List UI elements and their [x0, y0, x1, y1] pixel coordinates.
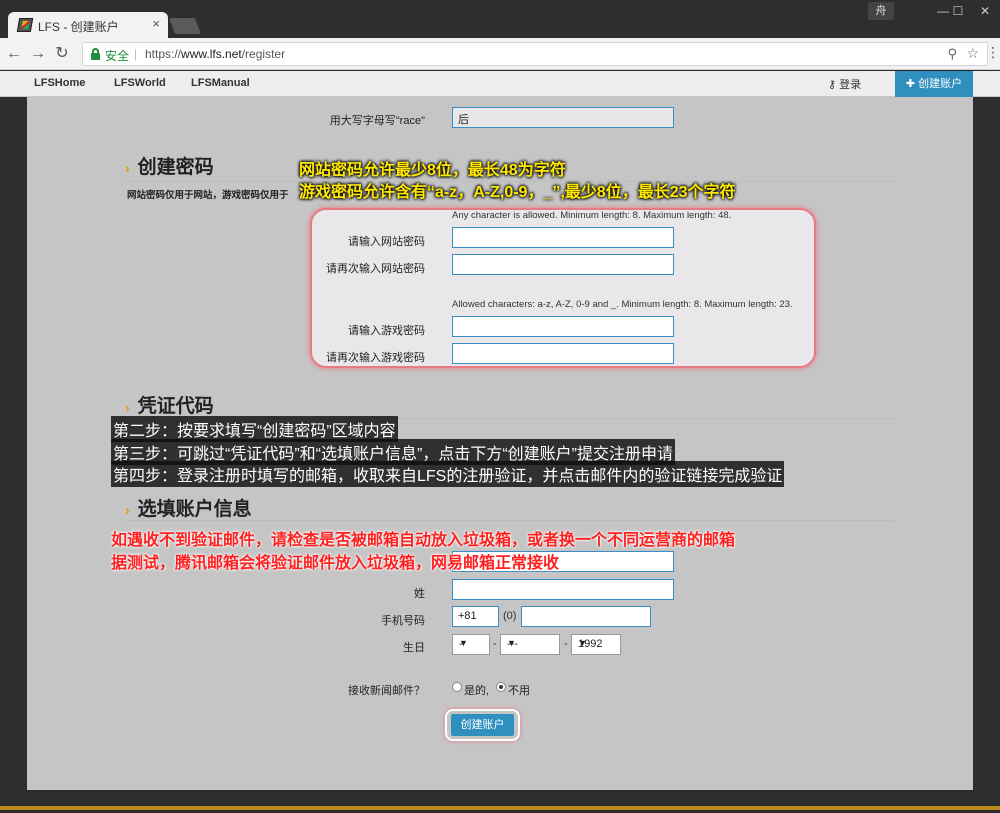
lfs-favicon-icon: [16, 18, 34, 32]
web-password-hint: Any character is allowed. Minimum length…: [452, 210, 732, 221]
game-password-hint: Allowed characters: a-z, A-Z, 0-9 and _.…: [452, 299, 793, 310]
phone-country-code-input[interactable]: +81: [452, 606, 499, 627]
site-nav: LFSHome LFSWorld LFSManual ⚷ 登录 ✚ 创建账户: [0, 71, 1000, 97]
game-password-confirm-input[interactable]: [452, 343, 674, 364]
url-bar[interactable]: 安全 | https://www.lfs.net/register ⚲ ☆: [82, 42, 988, 66]
annotation-red-line2: 据测试，腾讯邮箱会将验证邮件放入垃圾箱，网易邮箱正常接收: [111, 555, 560, 572]
race-input[interactable]: 后: [452, 107, 674, 128]
password-section-note: 网站密码仅用于网站，游戏密码仅用于: [127, 190, 289, 201]
phone-number-input[interactable]: [521, 606, 651, 627]
maximize-icon[interactable]: ☐: [943, 2, 973, 20]
game-password-input[interactable]: [452, 316, 674, 337]
back-arrow-icon[interactable]: ←: [4, 44, 24, 64]
surname-input[interactable]: [452, 579, 674, 600]
user-add-icon: ✚: [905, 78, 916, 90]
profile-button[interactable]: 舟: [868, 2, 894, 20]
dropdown-caret-icon: ▼: [578, 638, 587, 648]
birthday-year-select[interactable]: 1992 ▼: [571, 634, 621, 655]
game-password-confirm-label: 请再次输入游戏密码: [326, 352, 425, 364]
tab-title: LFS - 创建账户: [38, 20, 119, 34]
newsletter-no-label: 不用: [508, 685, 530, 697]
dropdown-caret-icon: ▼: [459, 638, 468, 648]
optional-section-title: › 选填账户信息: [125, 499, 252, 520]
annotation-yellow-line1: 网站密码允许最少8位，最长48为字符: [299, 162, 566, 179]
window-close-icon[interactable]: ✕: [970, 2, 1000, 20]
nav-lfsworld[interactable]: LFSWorld: [114, 77, 166, 89]
annotation-yellow-line2: 游戏密码允许含有“a-z，A-Z,0-9，_”,最少8位，最长23个字符: [299, 184, 736, 201]
newsletter-no-radio[interactable]: [496, 682, 506, 692]
dropdown-caret-icon: ▼: [507, 638, 516, 648]
key-icon: ⚷: [828, 79, 837, 91]
create-account-nav-button[interactable]: ✚ 创建账户: [895, 71, 973, 97]
birthday-day-select[interactable]: - ▼: [452, 634, 490, 655]
login-link[interactable]: ⚷ 登录: [828, 76, 861, 92]
annotation-red-line1: 如遇收不到验证邮件，请检查是否被邮箱自动放入垃圾箱，或者换一个不同运营商的邮箱: [111, 532, 736, 549]
address-toolbar: ← → ↻ 安全 | https://www.lfs.net/register …: [0, 38, 1000, 70]
zoom-icon[interactable]: ⚲: [947, 46, 957, 62]
nav-lfsmanual[interactable]: LFSManual: [191, 77, 250, 89]
game-password-label: 请输入游戏密码: [348, 325, 425, 337]
voucher-section-title: › 凭证代码: [125, 396, 214, 417]
bookmark-star-icon[interactable]: ☆: [966, 45, 979, 62]
newsletter-label: 接收新闻邮件？: [348, 685, 425, 697]
birthday-label: 生日: [403, 642, 425, 654]
nav-lfshome[interactable]: LFSHome: [34, 77, 85, 89]
surname-label: 姓: [414, 588, 425, 600]
race-label: 用大写字母写"race": [329, 115, 425, 127]
web-password-confirm-label: 请再次输入网站密码: [326, 263, 425, 275]
browser-tab[interactable]: LFS - 创建账户 ×: [8, 12, 168, 38]
tab-close-icon[interactable]: ×: [152, 16, 160, 31]
phone-paren: (0): [503, 610, 517, 622]
reload-icon[interactable]: ↻: [52, 44, 72, 64]
browser-menu-icon[interactable]: ⋮: [986, 44, 1000, 61]
newsletter-yes-radio[interactable]: [452, 682, 462, 692]
lock-icon: [91, 48, 100, 60]
page-viewport: 用大写字母写"race" 后 › 创建密码 网站密码仅用于网站，游戏密码仅用于 A…: [0, 97, 1000, 813]
phone-label: 手机号码: [381, 615, 425, 627]
browser-titlebar: LFS - 创建账户 × 舟 — ☐ ✕: [0, 0, 1000, 38]
forward-arrow-icon[interactable]: →: [28, 44, 48, 64]
web-password-label: 请输入网站密码: [348, 236, 425, 248]
create-account-submit-button[interactable]: 创建账户: [451, 714, 514, 736]
new-tab-button[interactable]: [169, 18, 201, 34]
secure-label: 安全: [105, 49, 130, 63]
birthday-month-select[interactable]: --- ▼: [500, 634, 560, 655]
url-text[interactable]: https://www.lfs.net/register: [145, 47, 285, 61]
bottom-strip: [0, 806, 1000, 810]
newsletter-yes-label: 是的,: [464, 685, 490, 697]
web-password-input[interactable]: [452, 227, 674, 248]
submit-highlight: 创建账户: [445, 709, 520, 741]
annotation-step4: 第四步：登录注册时填写的邮箱，收取来自LFS的注册验证，并点击邮件内的验证链接完…: [111, 461, 785, 487]
password-section-title: › 创建密码: [125, 157, 214, 178]
web-password-confirm-input[interactable]: [452, 254, 674, 275]
